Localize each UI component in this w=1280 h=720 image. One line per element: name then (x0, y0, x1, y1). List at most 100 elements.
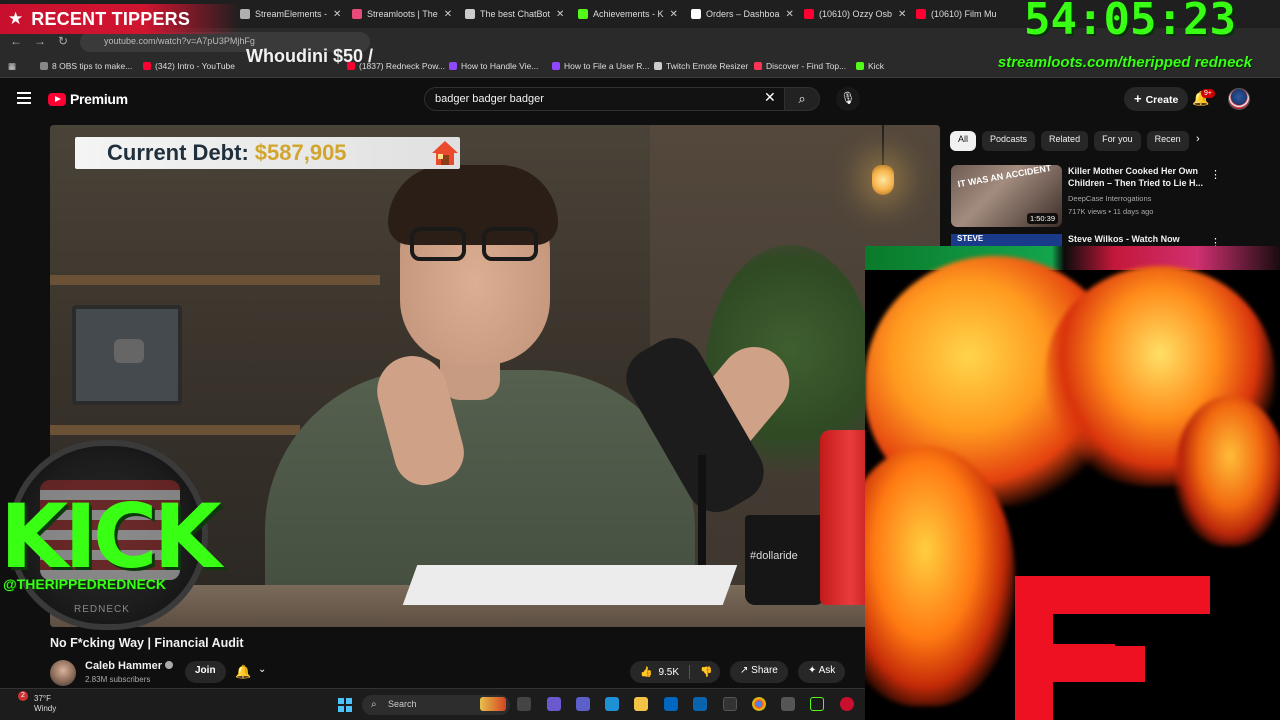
terminal-icon[interactable] (810, 697, 824, 711)
account-avatar[interactable] (1228, 88, 1250, 110)
join-button[interactable]: Join (185, 661, 226, 683)
channel-name[interactable]: Caleb Hammer (85, 660, 174, 672)
browser-tab[interactable]: Achievements - K ✕ (578, 4, 690, 24)
task-view-icon[interactable] (517, 697, 531, 711)
thumbs-down-icon[interactable]: 👎 (700, 667, 712, 678)
search-input[interactable]: badger badger badger (424, 87, 786, 111)
divider (689, 665, 691, 679)
chevron-down-icon[interactable]: ⌄ (258, 664, 266, 675)
share-label: Share (751, 665, 778, 676)
back-icon[interactable]: ← (10, 34, 22, 48)
channel-avatar[interactable] (50, 660, 76, 686)
app-icon[interactable] (781, 697, 795, 711)
subscription-bell-icon[interactable]: 🔔 (235, 664, 251, 680)
glasses-lens (410, 227, 466, 261)
voice-search-button[interactable]: 🎙 (836, 87, 860, 111)
clear-search-icon[interactable]: ✕ (764, 89, 776, 106)
tab-label: StreamElements - (255, 9, 328, 19)
windows-start-icon[interactable] (338, 698, 352, 712)
browser-tab[interactable]: StreamElements - ✕ (240, 4, 350, 24)
seal-subtext: REDNECK (74, 604, 130, 615)
bookmark-favicon-icon (654, 62, 662, 70)
bookmark-item[interactable]: (342) Intro - YouTube (143, 61, 235, 71)
streamloots-url: streamloots.com/theripped redneck (997, 54, 1253, 71)
close-tab-icon[interactable]: ✕ (786, 9, 794, 20)
video-thumbnail[interactable]: STEVE (951, 234, 1062, 246)
bookmark-item[interactable]: Kick (856, 61, 884, 71)
outlook-icon[interactable] (693, 697, 707, 711)
bookmark-favicon-icon (449, 62, 457, 70)
notification-count-badge: 9+ (1201, 89, 1215, 98)
recommended-video[interactable]: IT WAS AN ACCIDENT 1:50:39 Killer Mother… (951, 165, 1271, 227)
kick-overlay: KICK @THERIPPEDREDNECK REDNECK (0, 440, 232, 630)
recommended-video[interactable]: STEVE Steve Wilkos - Watch Now (951, 234, 1271, 246)
create-button[interactable]: + Create (1124, 87, 1189, 111)
weather-temperature: 37°F (34, 694, 51, 703)
browser-tab[interactable]: (10610) Ozzy Osb ✕ (804, 4, 914, 24)
bookmark-item[interactable]: Discover - Find Top... (754, 61, 846, 71)
kick-handle: @THERIPPEDREDNECK (3, 576, 167, 592)
apps-grid-icon[interactable]: ▦ (8, 61, 16, 72)
recommended-title[interactable]: Steve Wilkos - Watch Now (1068, 234, 1180, 244)
chip-recent[interactable]: Recen (1146, 131, 1189, 151)
bookmark-label: Twitch Emote Resizer (666, 61, 749, 71)
thumbs-up-icon[interactable]: 👍 (640, 667, 652, 678)
tab-label: Achievements - K (593, 9, 664, 19)
share-button[interactable]: ↗ Share (730, 661, 788, 683)
file-explorer-icon[interactable] (634, 697, 648, 711)
bookmark-item[interactable]: Twitch Emote Resizer (654, 61, 748, 71)
search-button[interactable]: ⌕ (784, 87, 820, 111)
tab-label: (10610) Ozzy Osb (819, 9, 893, 19)
browser-tab[interactable]: Orders – Dashboa ✕ (691, 4, 803, 24)
weather-condition: Windy (34, 704, 57, 713)
streamlabs-icon[interactable] (840, 697, 854, 711)
close-tab-icon[interactable]: ✕ (670, 9, 678, 20)
recommended-title[interactable]: Killer Mother Cooked Her Own Children – … (1068, 165, 1203, 189)
chip-for-you[interactable]: For you (1094, 131, 1141, 151)
recommended-channel[interactable]: DeepCase Interrogations (1068, 194, 1151, 203)
bookmark-favicon-icon (40, 62, 48, 70)
subscriber-count: 2.83M subscribers (85, 675, 151, 684)
forward-icon[interactable]: → (34, 34, 46, 48)
copilot-icon[interactable] (547, 697, 561, 711)
browser-tab[interactable]: (10610) Film Musi (916, 4, 996, 24)
lamp-bulb (872, 165, 894, 195)
house-icon (432, 141, 458, 165)
debt-banner: Current Debt: $587,905 (75, 137, 460, 169)
browser-tab[interactable]: Streamloots | The ✕ (352, 4, 464, 24)
like-dislike-group[interactable]: 👍 9.5K 👎 (630, 661, 720, 683)
weather-badge: 2 (18, 691, 28, 701)
bookmark-item[interactable]: 8 OBS tips to make... (40, 61, 132, 71)
bookmark-item[interactable]: How to Handle Vie... (449, 61, 538, 71)
duration-badge: 1:50:39 (1026, 213, 1058, 224)
overlay-letter-graphic (1015, 576, 1210, 720)
bookmark-item[interactable]: How to File a User R... (552, 61, 650, 71)
chrome-icon[interactable] (752, 697, 766, 711)
youtube-logo[interactable]: Premium (48, 91, 128, 107)
close-tab-icon[interactable]: ✕ (333, 9, 341, 20)
chip-all[interactable]: All (950, 131, 977, 151)
more-options-icon[interactable]: ⋮ (1210, 168, 1221, 181)
bookmark-label: Discover - Find Top... (766, 61, 847, 71)
close-tab-icon[interactable]: ✕ (898, 9, 906, 20)
like-count: 9.5K (658, 666, 680, 678)
weather-widget[interactable]: 2 37°F Windy (8, 691, 57, 714)
address-url: youtube.com/watch?v=A7pU3PMjhFg (104, 36, 255, 46)
thumbnail-text: IT WAS AN ACCIDENT (956, 165, 1052, 190)
close-tab-icon[interactable]: ✕ (556, 9, 564, 20)
store-icon[interactable] (664, 697, 678, 711)
chip-podcasts[interactable]: Podcasts (982, 131, 1036, 151)
papers (402, 565, 738, 605)
menu-icon[interactable] (17, 92, 31, 104)
obs-icon[interactable] (723, 697, 737, 711)
bookmark-favicon-icon (143, 62, 151, 70)
ask-button[interactable]: ✦ Ask (798, 661, 846, 683)
edge-icon[interactable] (605, 697, 619, 711)
reload-icon[interactable]: ↻ (58, 34, 68, 48)
browser-tab[interactable]: The best ChatBot ✕ (465, 4, 577, 24)
video-thumbnail[interactable]: IT WAS AN ACCIDENT 1:50:39 (951, 165, 1062, 227)
teams-icon[interactable] (576, 697, 590, 711)
chip-related[interactable]: Related (1041, 131, 1089, 151)
close-tab-icon[interactable]: ✕ (444, 9, 452, 20)
chevron-right-icon[interactable]: › (1196, 133, 1200, 145)
